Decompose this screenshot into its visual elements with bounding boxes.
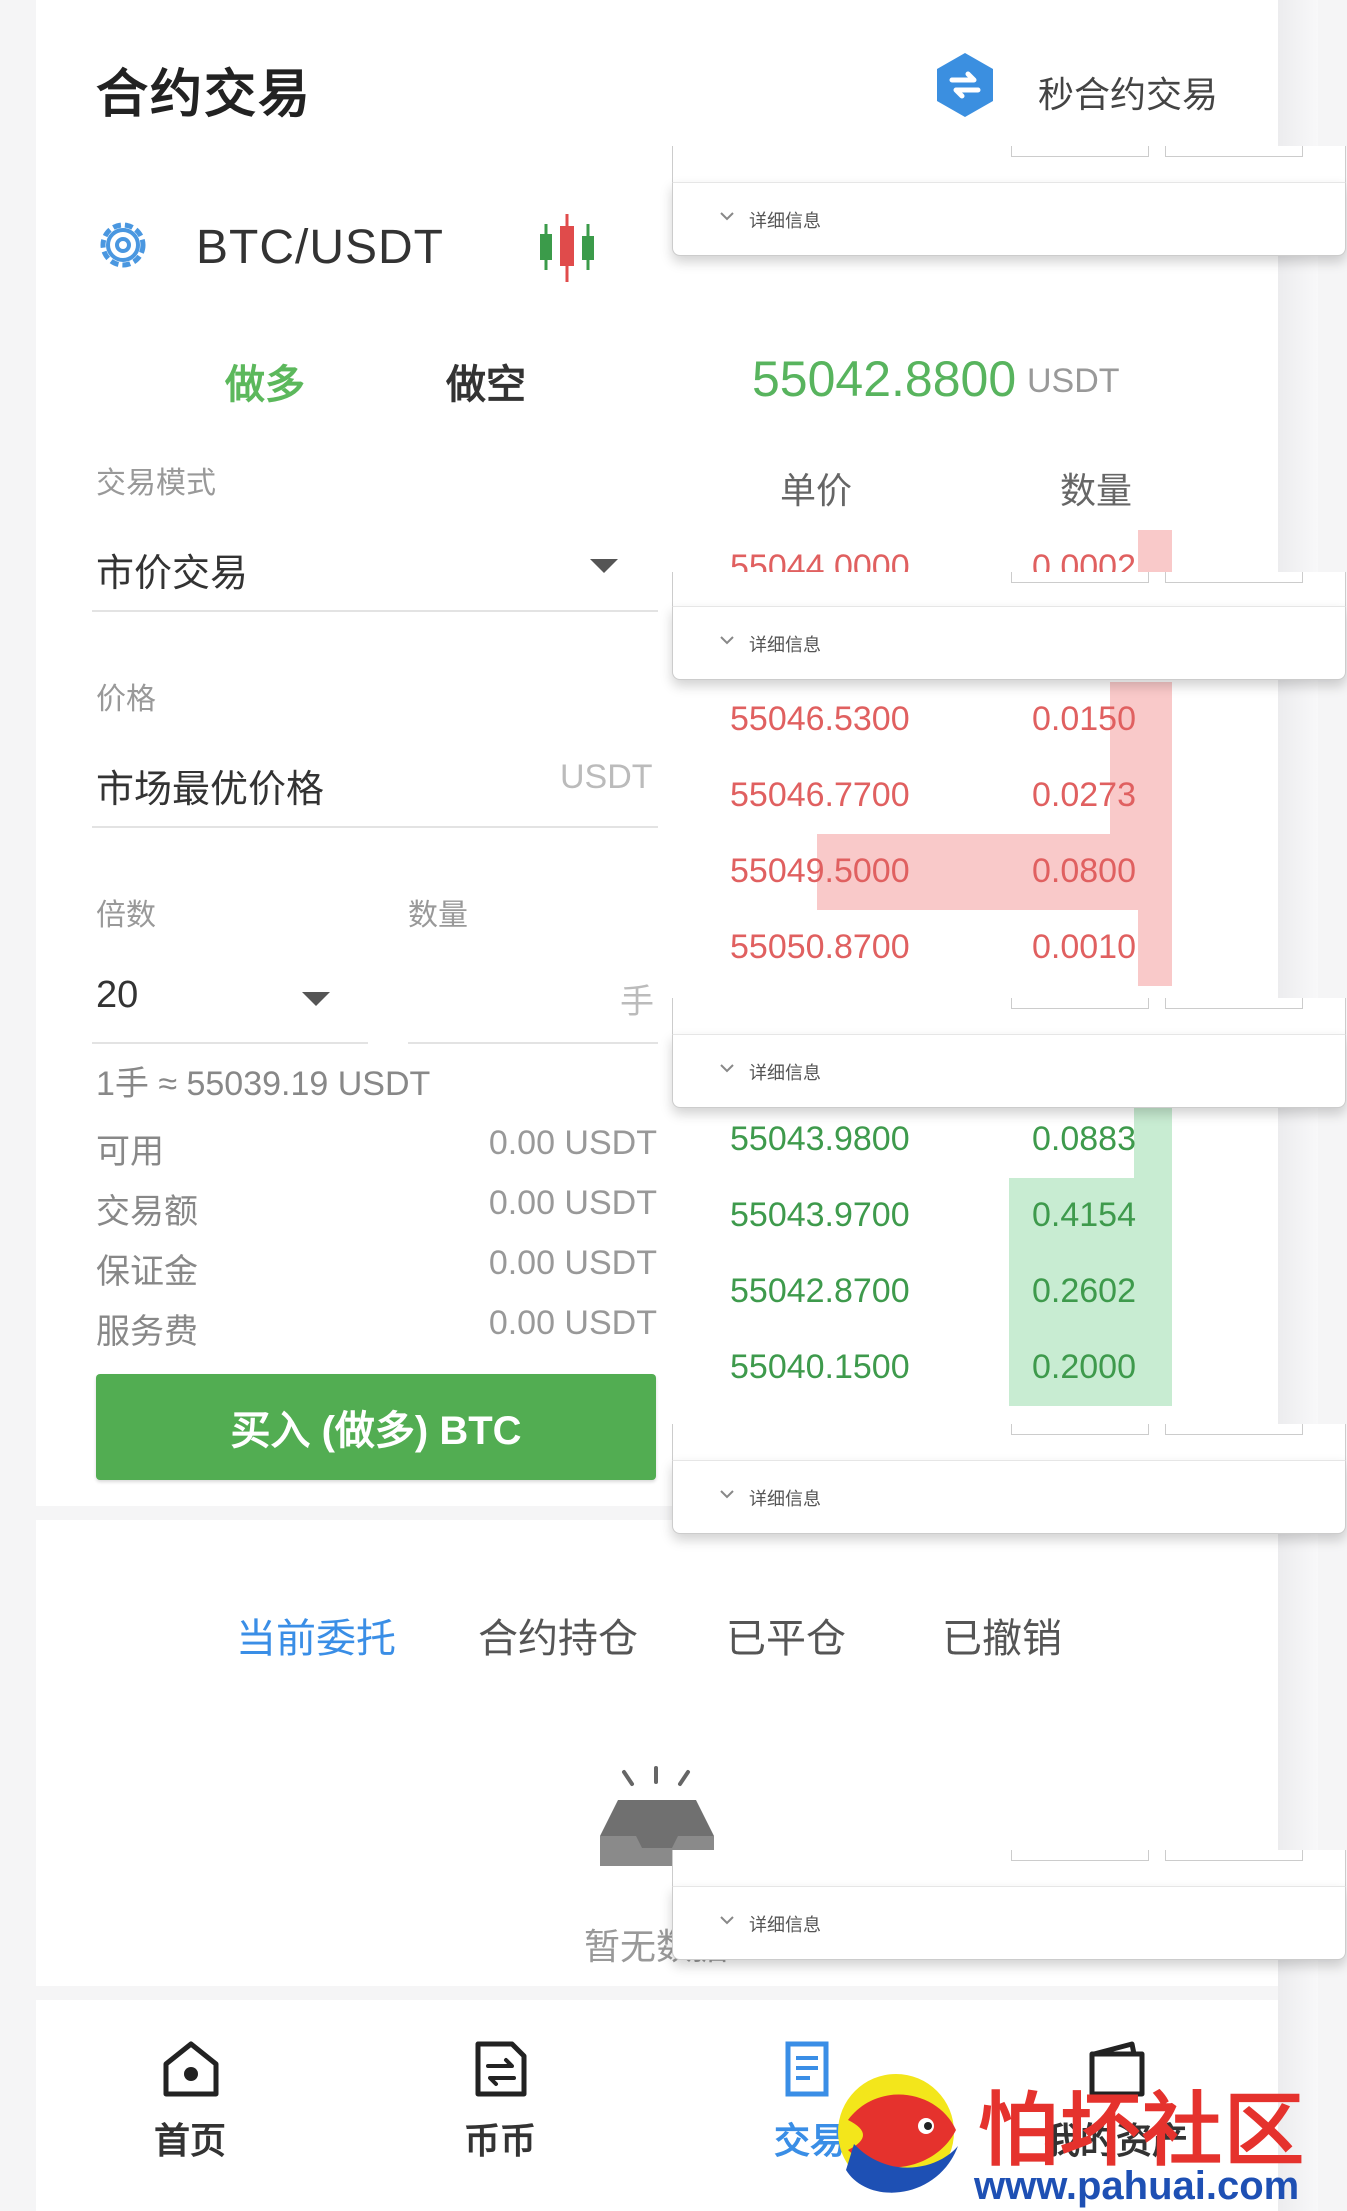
detail-popup-top	[672, 998, 1346, 1034]
detail-popup-label: 详细信息	[749, 1489, 821, 1509]
chevron-down-icon	[720, 1916, 734, 1925]
mode-select[interactable]: 市价交易	[96, 542, 248, 597]
nav-coin-label: 币币	[463, 2120, 536, 2161]
quantity-label: 数量	[408, 899, 468, 932]
tab-short[interactable]: 做空	[446, 352, 526, 410]
ask-price: 55046.5300	[730, 700, 910, 738]
detail-popup-label: 详细信息	[749, 1063, 821, 1083]
stat-fee-value: 0.00 USDT	[488, 1304, 657, 1342]
lot-info: 1手 ≈ 55039.19 USDT	[96, 1065, 431, 1103]
price-unit: USDT	[560, 758, 653, 796]
last-price-unit: USDT	[1027, 362, 1120, 400]
watermark-logo	[838, 2074, 958, 2193]
detail-popup[interactable]: 详细信息	[672, 1460, 1346, 1534]
leverage-label: 倍数	[96, 899, 156, 932]
detail-popup-label: 详细信息	[749, 635, 821, 655]
watermark: 怕坏社区 www.pahuai.com	[818, 2060, 1338, 2210]
bid-row[interactable]: 55040.1500 0.2000	[700, 1330, 1220, 1406]
detail-popup[interactable]: 详细信息	[672, 1034, 1346, 1108]
bid-qty: 0.0883	[1032, 1120, 1136, 1158]
orderbook-header-price: 单价	[780, 470, 853, 511]
ask-row[interactable]: 55049.5000 0.0800	[700, 834, 1220, 910]
ask-price: 55050.8700	[730, 928, 910, 966]
detail-popup-label: 详细信息	[749, 211, 821, 231]
swap-icon	[937, 53, 993, 117]
ask-qty: 0.0010	[1032, 928, 1136, 966]
chevron-down-icon	[720, 1490, 734, 1499]
detail-popup-top	[672, 1424, 1346, 1460]
price-input[interactable]: 市场最优价格	[96, 758, 324, 813]
bid-price: 55043.9700	[730, 1196, 910, 1234]
exchange-icon	[475, 2041, 527, 2097]
chevron-down-icon	[720, 1064, 734, 1073]
ask-qty: 0.0150	[1032, 700, 1136, 738]
bid-qty: 0.2602	[1032, 1272, 1136, 1310]
stat-available-label: 可用	[96, 1133, 164, 1171]
mode-label: 交易模式	[96, 467, 216, 500]
bid-row[interactable]: 55043.9800 0.0883	[700, 1102, 1220, 1178]
ask-row[interactable]: 55046.7700 0.0273	[700, 758, 1220, 834]
ask-price: 55049.5000	[730, 852, 910, 890]
orderbook-header-qty: 数量	[1060, 470, 1133, 511]
bid-price: 55040.1500	[730, 1348, 910, 1386]
last-price: 55042.8800	[752, 351, 1017, 407]
stat-fee-label: 服务费	[96, 1313, 198, 1351]
stat-volume-label: 交易额	[96, 1193, 198, 1231]
candlestick-icon[interactable]	[532, 210, 602, 286]
caret-down-icon[interactable]	[300, 988, 332, 1008]
detail-popup[interactable]: 详细信息	[672, 1886, 1346, 1960]
detail-popup[interactable]: 详细信息	[672, 606, 1346, 680]
bid-depth-bar	[1134, 1102, 1172, 1178]
price-label: 价格	[96, 683, 156, 716]
tab-long[interactable]: 做多	[225, 352, 305, 410]
quantity-unit: 手	[620, 983, 654, 1021]
detail-popup[interactable]: 详细信息	[672, 182, 1346, 256]
buy-long-button[interactable]: 买入 (做多) BTC	[96, 1374, 656, 1480]
stat-margin-label: 保证金	[96, 1253, 198, 1291]
tab-cancelled[interactable]: 已撤销	[942, 1606, 1062, 1664]
pair-name: BTC/USDT	[196, 221, 444, 274]
bid-price: 55043.9800	[730, 1120, 910, 1158]
stat-available-value: 0.00 USDT	[488, 1124, 657, 1162]
detail-popup-top	[672, 146, 1346, 182]
gear-icon[interactable]	[92, 214, 154, 276]
divider	[408, 1042, 658, 1044]
nav-home-label: 首页	[153, 2120, 226, 2161]
detail-popup-label: 详细信息	[749, 1915, 821, 1935]
second-contract-label: 秒合约交易	[1038, 74, 1219, 115]
second-contract-button[interactable]: 秒合约交易	[930, 50, 1230, 130]
ask-qty: 0.0800	[1032, 852, 1136, 890]
ask-depth-bar	[1138, 910, 1172, 986]
bid-qty: 0.2000	[1032, 1348, 1136, 1386]
stat-volume-value: 0.00 USDT	[488, 1184, 657, 1222]
bid-row[interactable]: 55043.9700 0.4154	[700, 1178, 1220, 1254]
chevron-down-icon	[720, 636, 734, 645]
ask-price: 55046.7700	[730, 776, 910, 814]
bid-row[interactable]: 55042.8700 0.2602	[700, 1254, 1220, 1330]
ask-row[interactable]: 55046.5300 0.0150	[700, 682, 1220, 758]
tab-closed[interactable]: 已平仓	[726, 1606, 846, 1664]
tab-positions[interactable]: 合约持仓	[478, 1606, 638, 1664]
nav-home[interactable]: 首页	[120, 2040, 260, 2180]
watermark-url: www.pahuai.com	[974, 2164, 1300, 2208]
nav-coin[interactable]: 币币	[430, 2040, 570, 2180]
divider	[92, 826, 658, 828]
ask-qty: 0.0273	[1032, 776, 1136, 814]
divider	[92, 610, 658, 612]
leverage-select[interactable]: 20	[96, 974, 138, 1017]
detail-popup-top	[672, 1850, 1346, 1886]
stat-margin-value: 0.00 USDT	[488, 1244, 657, 1282]
home-icon	[163, 2041, 219, 2097]
ask-row[interactable]: 55050.8700 0.0010	[700, 910, 1220, 986]
page-title: 合约交易	[96, 66, 313, 124]
tab-current-orders[interactable]: 当前委托	[236, 1606, 396, 1664]
bid-qty: 0.4154	[1032, 1196, 1136, 1234]
caret-down-icon[interactable]	[588, 555, 620, 575]
chevron-down-icon	[720, 212, 734, 221]
detail-popup-top	[672, 572, 1346, 608]
bid-price: 55042.8700	[730, 1272, 910, 1310]
pair-selector[interactable]: BTC/USDT	[92, 210, 632, 290]
divider	[92, 1042, 368, 1044]
